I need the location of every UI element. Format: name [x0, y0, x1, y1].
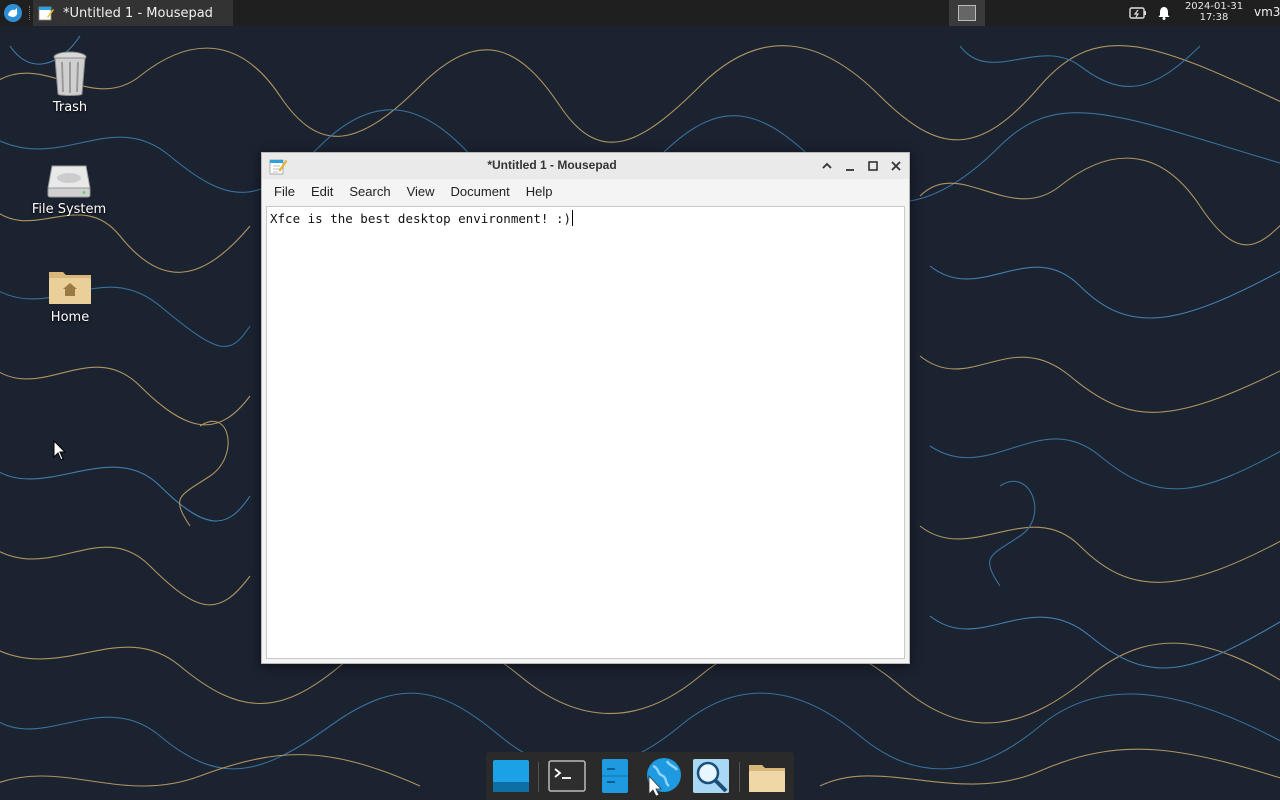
folder-icon[interactable]: [747, 756, 787, 796]
clock-date: 2024-01-31: [1184, 1, 1244, 12]
minimize-button[interactable]: [841, 157, 859, 175]
app-finder-icon[interactable]: [691, 756, 731, 796]
menu-help[interactable]: Help: [518, 184, 561, 199]
taskbar-button-label: *Untitled 1 - Mousepad: [63, 5, 213, 21]
top-panel: *Untitled 1 - Mousepad 2024-01-31 17:38 …: [0, 0, 1280, 26]
dock-separator: [739, 762, 740, 792]
text-editor-area[interactable]: Xfce is the best desktop environment! :): [266, 206, 905, 659]
trash-icon: [53, 51, 87, 96]
mousepad-window: *Untitled 1 - Mousepad File Edit Search …: [261, 152, 910, 664]
menu-search[interactable]: Search: [341, 184, 398, 199]
user-label[interactable]: vm3: [1254, 5, 1280, 19]
power-icon[interactable]: [1129, 6, 1147, 20]
desktop-icon-label: Trash: [52, 100, 88, 115]
file-manager-icon[interactable]: [595, 756, 635, 796]
editor-text: Xfce is the best desktop environment! :): [270, 211, 572, 226]
window-titlebar[interactable]: *Untitled 1 - Mousepad: [262, 153, 909, 179]
menu-edit[interactable]: Edit: [303, 184, 341, 199]
terminal-icon[interactable]: [547, 756, 587, 796]
clock[interactable]: 2024-01-31 17:38: [1182, 0, 1246, 27]
chevron-up-icon: [822, 162, 832, 169]
workspace-switcher[interactable]: [949, 0, 985, 26]
show-desktop-icon[interactable]: [491, 756, 531, 796]
close-button[interactable]: [887, 157, 905, 175]
menu-file[interactable]: File: [262, 184, 303, 199]
desktop-icon-file-system[interactable]: File System: [24, 160, 114, 217]
desktop-icon-label: Home: [50, 310, 90, 325]
desktop-icon-trash[interactable]: Trash: [25, 48, 115, 115]
mousepad-icon: [38, 6, 54, 21]
home-folder-icon: [49, 272, 91, 304]
text-caret: [572, 210, 574, 226]
mouse-pointer-icon: [53, 440, 67, 461]
menu-bar: File Edit Search View Document Help: [262, 179, 909, 203]
shade-button[interactable]: [818, 157, 836, 175]
dock: [486, 752, 794, 800]
panel-separator: [29, 6, 32, 20]
drive-icon: [47, 165, 91, 198]
clock-time: 17:38: [1199, 12, 1229, 23]
xfce-menu-icon[interactable]: [3, 3, 23, 23]
menu-view[interactable]: View: [399, 184, 443, 199]
desktop-icon-label: File System: [31, 202, 107, 217]
workspace-icon: [958, 5, 976, 21]
desktop-icon-home[interactable]: Home: [25, 266, 115, 325]
menu-document[interactable]: Document: [443, 184, 518, 199]
taskbar-button-mousepad[interactable]: *Untitled 1 - Mousepad: [33, 0, 233, 26]
web-browser-icon[interactable]: [643, 756, 683, 796]
maximize-button[interactable]: [864, 157, 882, 175]
maximize-icon: [868, 161, 878, 171]
minimize-icon: [846, 169, 854, 171]
window-title: *Untitled 1 - Mousepad: [487, 158, 617, 172]
editor-text-line[interactable]: Xfce is the best desktop environment! :): [270, 210, 574, 226]
notification-bell-icon[interactable]: [1156, 5, 1172, 21]
close-icon: [891, 161, 901, 171]
dock-separator: [538, 762, 539, 792]
